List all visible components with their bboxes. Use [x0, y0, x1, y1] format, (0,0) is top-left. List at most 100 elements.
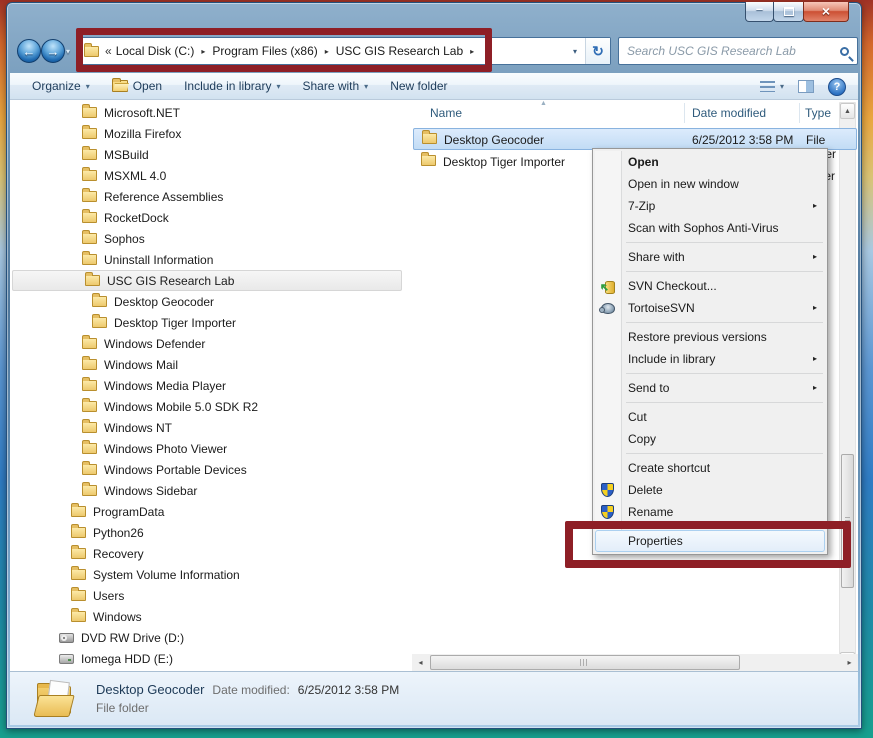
- column-header-date-modified[interactable]: Date modified: [692, 106, 766, 120]
- organize-label: Organize: [32, 79, 81, 93]
- tree-item[interactable]: Recovery: [10, 543, 410, 564]
- caption-buttons: – ×: [746, 2, 849, 22]
- search-box[interactable]: Search USC GIS Research Lab: [618, 37, 858, 65]
- tree-item[interactable]: Python26: [10, 522, 410, 543]
- menu-item-copy[interactable]: Copy: [595, 428, 825, 450]
- sort-ascending-icon: ▲: [540, 100, 547, 107]
- search-icon[interactable]: [840, 47, 849, 56]
- tree-item-label: Windows Portable Devices: [104, 463, 247, 477]
- new-folder-button[interactable]: New folder: [390, 79, 447, 93]
- maximize-button[interactable]: [773, 2, 804, 22]
- chevron-down-icon: ▾: [276, 82, 280, 91]
- minimize-button[interactable]: –: [745, 2, 774, 22]
- tree-item[interactable]: System Volume Information: [10, 564, 410, 585]
- tree-item-label: Windows Photo Viewer: [104, 442, 227, 456]
- scroll-right-arrow[interactable]: ▸: [841, 654, 858, 671]
- tree-item-label: Windows NT: [104, 421, 172, 435]
- open-button[interactable]: Open: [112, 79, 162, 93]
- tree-item[interactable]: DVD RW Drive (D:): [10, 627, 410, 648]
- tree-item[interactable]: Mozilla Firefox: [10, 123, 410, 144]
- tree-item[interactable]: Sophos: [10, 228, 410, 249]
- refresh-button[interactable]: ↻: [586, 38, 610, 64]
- tree-item-label: Sophos: [104, 232, 145, 246]
- command-toolbar: Organize ▾ Open Include in library ▾ Sha…: [10, 73, 858, 100]
- horizontal-scrollbar[interactable]: ◂ ▸: [412, 654, 858, 671]
- tree-item[interactable]: Desktop Geocoder: [10, 291, 410, 312]
- tree-item[interactable]: RocketDock: [10, 207, 410, 228]
- column-divider[interactable]: [684, 103, 685, 123]
- tree-item[interactable]: Microsoft.NET: [10, 102, 410, 123]
- details-pane: Desktop Geocoder Date modified: 6/25/201…: [10, 671, 858, 725]
- selected-item-folder-icon: [34, 679, 82, 719]
- menu-item-restore-previous-versions[interactable]: Restore previous versions: [595, 326, 825, 348]
- tree-item-label: Recovery: [93, 547, 144, 561]
- tree-item-label: USC GIS Research Lab: [107, 274, 234, 288]
- menu-item-label: Scan with Sophos Anti-Virus: [628, 221, 779, 235]
- menu-item-scan-with-sophos[interactable]: Scan with Sophos Anti-Virus: [595, 217, 825, 239]
- menu-item-delete[interactable]: Delete: [595, 479, 825, 501]
- tree-item[interactable]: MSBuild: [10, 144, 410, 165]
- menu-item-create-shortcut[interactable]: Create shortcut: [595, 457, 825, 479]
- tree-item-label: Windows Media Player: [104, 379, 226, 393]
- scroll-left-arrow[interactable]: ◂: [412, 654, 429, 671]
- menu-separator: [626, 453, 823, 454]
- help-button[interactable]: ?: [828, 78, 846, 96]
- tree-item[interactable]: Windows Defender: [10, 333, 410, 354]
- preview-pane-button[interactable]: [798, 80, 814, 93]
- tree-item[interactable]: Users: [10, 585, 410, 606]
- horizontal-scrollbar-thumb[interactable]: [430, 655, 740, 670]
- tree-item[interactable]: Windows Sidebar: [10, 480, 410, 501]
- tree-item[interactable]: Uninstall Information: [10, 249, 410, 270]
- tree-item[interactable]: Windows Photo Viewer: [10, 438, 410, 459]
- close-button[interactable]: ×: [803, 2, 849, 22]
- file-date-modified: 6/25/2012 3:58 PM: [692, 133, 793, 147]
- folder-icon: [82, 338, 97, 349]
- tree-item-label: Users: [93, 589, 124, 603]
- folder-icon: [421, 155, 436, 166]
- share-with-button[interactable]: Share with ▾: [302, 79, 368, 93]
- folder-icon: [82, 464, 97, 475]
- tree-item[interactable]: Windows Portable Devices: [10, 459, 410, 480]
- back-button[interactable]: ←: [17, 39, 41, 63]
- menu-item-7zip[interactable]: 7-Zip▸: [595, 195, 825, 217]
- tree-item[interactable]: Reference Assemblies: [10, 186, 410, 207]
- menu-item-svn-checkout[interactable]: SVN Checkout...: [595, 275, 825, 297]
- organize-button[interactable]: Organize ▾: [32, 79, 90, 93]
- tree-item[interactable]: ProgramData: [10, 501, 410, 522]
- tree-item[interactable]: Windows Media Player: [10, 375, 410, 396]
- menu-item-share-with[interactable]: Share with▸: [595, 246, 825, 268]
- column-header-name[interactable]: Name: [430, 106, 462, 120]
- menu-item-tortoisesvn[interactable]: TortoiseSVN▸: [595, 297, 825, 319]
- forward-button[interactable]: →: [41, 39, 65, 63]
- folder-icon: [82, 233, 97, 244]
- tree-item[interactable]: Desktop Tiger Importer: [10, 312, 410, 333]
- menu-item-open-in-new-window[interactable]: Open in new window: [595, 173, 825, 195]
- menu-item-cut[interactable]: Cut: [595, 406, 825, 428]
- menu-item-send-to[interactable]: Send to▸: [595, 377, 825, 399]
- menu-item-rename[interactable]: Rename: [595, 501, 825, 523]
- tree-item-label: ProgramData: [93, 505, 164, 519]
- details-date-value: 6/25/2012 3:58 PM: [298, 683, 399, 697]
- tree-item-selected[interactable]: USC GIS Research Lab: [12, 270, 402, 291]
- menu-item-label: Send to: [628, 381, 669, 395]
- tree-item[interactable]: Windows: [10, 606, 410, 627]
- folder-icon: [82, 128, 97, 139]
- menu-item-include-in-library[interactable]: Include in library▸: [595, 348, 825, 370]
- address-history-dropdown[interactable]: ▾: [565, 38, 585, 64]
- tree-item[interactable]: Iomega HDD (E:): [10, 648, 410, 669]
- tree-item[interactable]: Windows Mail: [10, 354, 410, 375]
- tree-item[interactable]: MSXML 4.0: [10, 165, 410, 186]
- minimize-icon: –: [756, 4, 763, 14]
- file-row-desktop-geocoder[interactable]: Desktop Geocoder 6/25/2012 3:58 PM File …: [413, 128, 857, 150]
- tree-item[interactable]: Windows NT: [10, 417, 410, 438]
- column-divider[interactable]: [799, 103, 800, 123]
- menu-item-open[interactable]: Open: [595, 151, 825, 173]
- tree-item[interactable]: Windows Mobile 5.0 SDK R2: [10, 396, 410, 417]
- tree-item-label: MSXML 4.0: [104, 169, 166, 183]
- include-in-library-button[interactable]: Include in library ▾: [184, 79, 280, 93]
- column-header-type[interactable]: Type: [805, 106, 831, 120]
- folder-icon: [85, 275, 100, 286]
- recent-pages-dropdown[interactable]: ▾: [66, 47, 70, 56]
- folder-icon: [82, 359, 97, 370]
- change-view-button[interactable]: ▾: [760, 81, 784, 92]
